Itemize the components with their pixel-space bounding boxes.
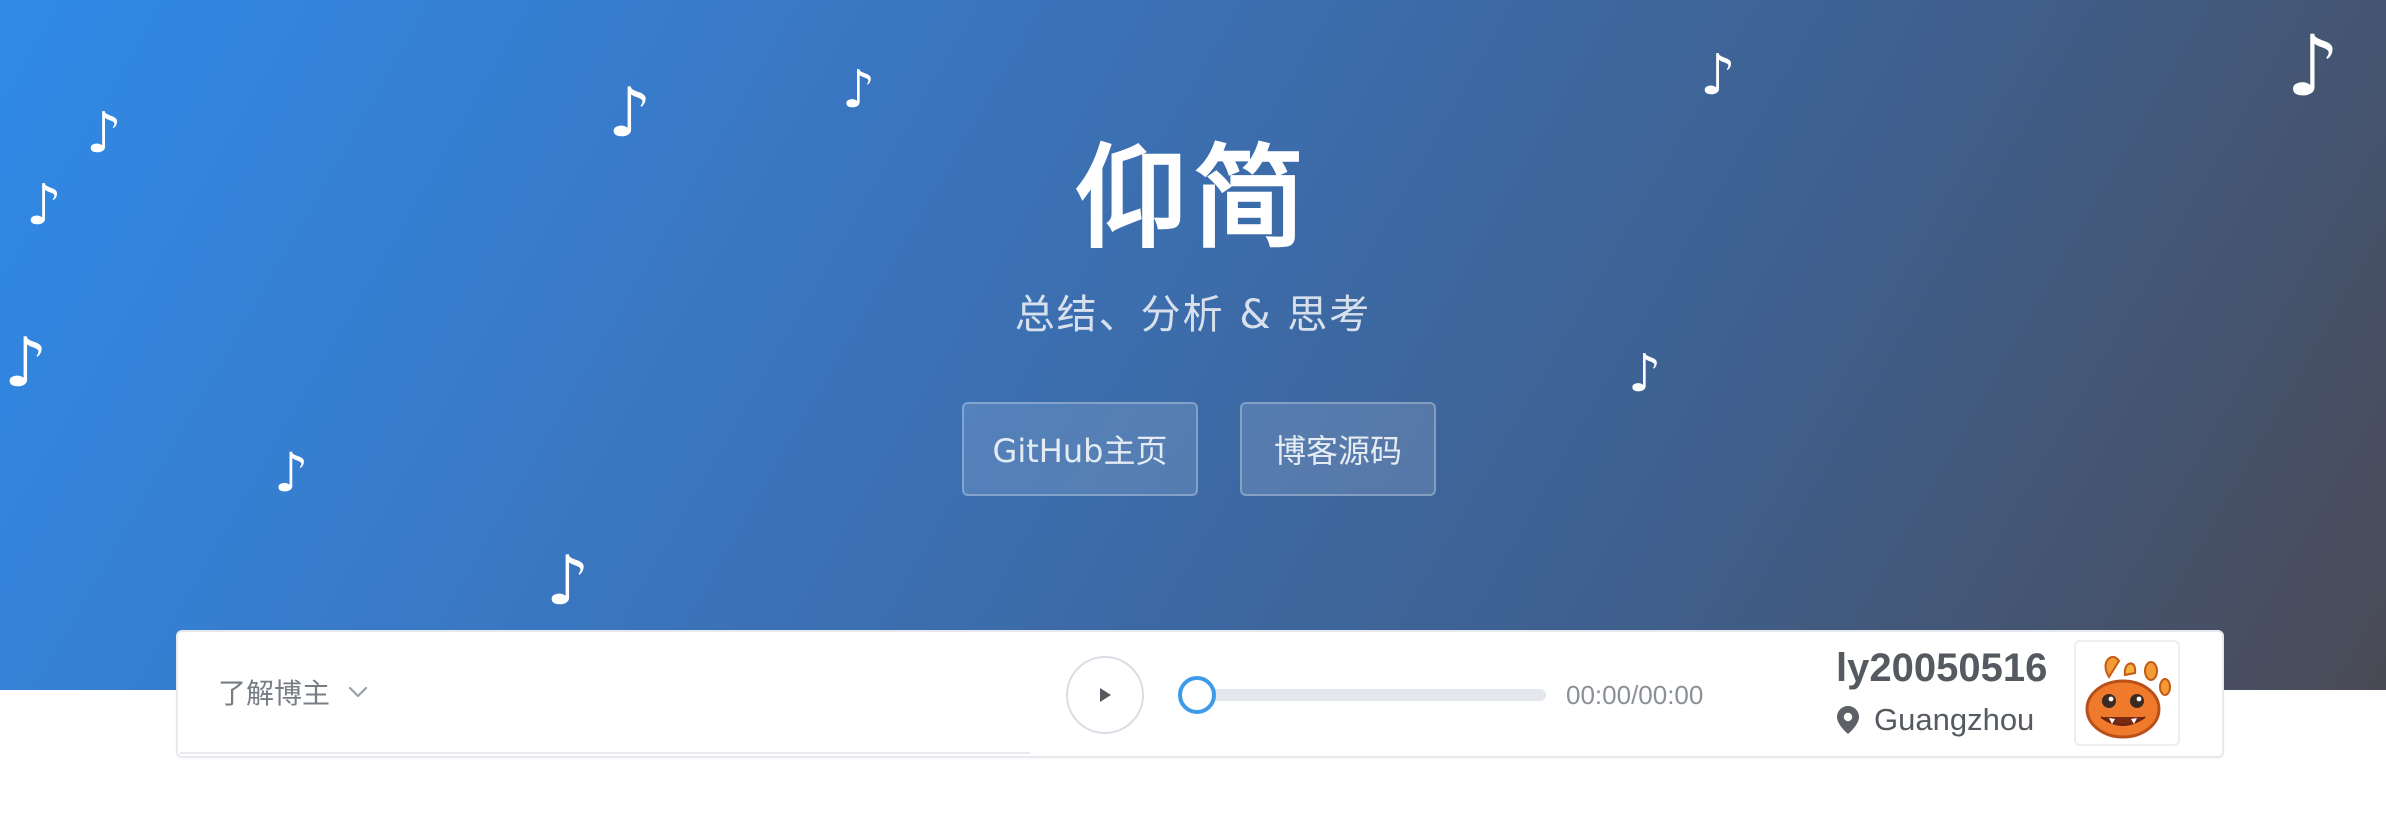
music-note-icon: ♪: [4, 324, 48, 403]
music-note-icon: ♪: [1628, 344, 1662, 404]
chevron-down-icon: [348, 686, 368, 698]
playback-time: 00:00/00:00: [1566, 680, 1704, 710]
divider: [180, 752, 1030, 754]
site-subtitle: 总结、分析 & 思考: [1014, 292, 1372, 338]
music-note-icon: ♪: [1700, 43, 1736, 108]
play-icon: [1100, 688, 1111, 702]
music-note-icon: ♪: [546, 542, 590, 621]
about-author-label: 了解博主: [218, 677, 331, 710]
info-panel: 了解博主 00:00/00:00 ly20050516 Guangzhou: [176, 630, 2224, 758]
site-title: 仰简: [1075, 134, 1311, 264]
about-author-dropdown[interactable]: 了解博主: [218, 672, 368, 712]
avatar-character: [2085, 656, 2171, 739]
hero-banner: ♪ ♪ ♪ ♪ ♪ ♪ ♪ ♪ ♪ ♪ 仰简 总结、分析 & 思考 GitHub…: [0, 0, 2386, 690]
music-note-icon: ♪: [2286, 17, 2340, 115]
author-location: Guangzhou: [1836, 702, 2034, 738]
progress-thumb[interactable]: [1178, 676, 1216, 714]
avatar[interactable]: [2074, 640, 2180, 746]
location-pin-icon: [1837, 706, 1859, 734]
blog-source-button[interactable]: 博客源码: [1240, 402, 1436, 496]
play-button[interactable]: [1066, 656, 1144, 734]
location-text: Guangzhou: [1874, 702, 2035, 737]
github-home-button[interactable]: GitHub主页: [962, 402, 1198, 496]
progress-track[interactable]: [1182, 689, 1546, 701]
music-note-icon: ♪: [274, 441, 309, 504]
author-username: ly20050516: [1836, 646, 2048, 690]
